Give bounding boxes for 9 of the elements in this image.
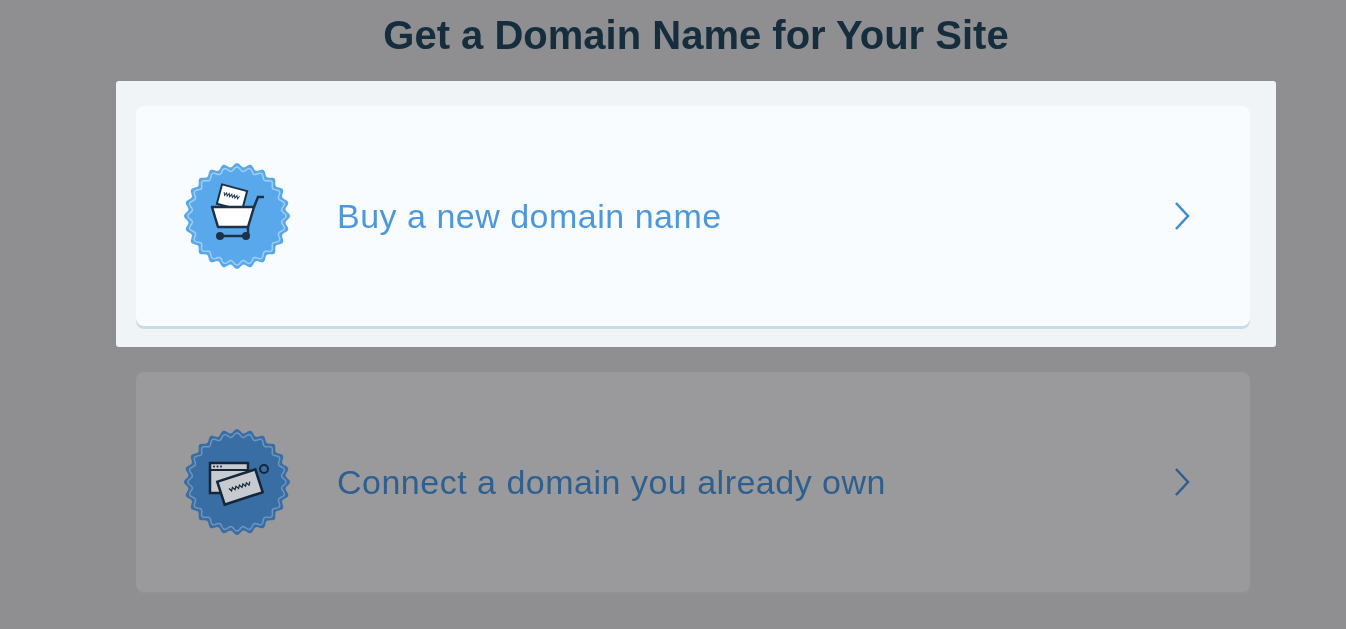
chevron-right-icon (1174, 201, 1190, 231)
option-label: Connect a domain you already own (337, 462, 887, 502)
cart-badge-icon (182, 161, 292, 271)
domain-option-card[interactable]: Connect a domain you already own (136, 372, 1250, 592)
page-title: Get a Domain Name for Your Site (382, 12, 1010, 59)
browser-tag-badge-icon (182, 427, 292, 537)
domain-option-card[interactable]: Buy a new domain name (136, 106, 1250, 326)
option-label: Buy a new domain name (337, 196, 723, 236)
chevron-right-icon (1174, 467, 1190, 497)
